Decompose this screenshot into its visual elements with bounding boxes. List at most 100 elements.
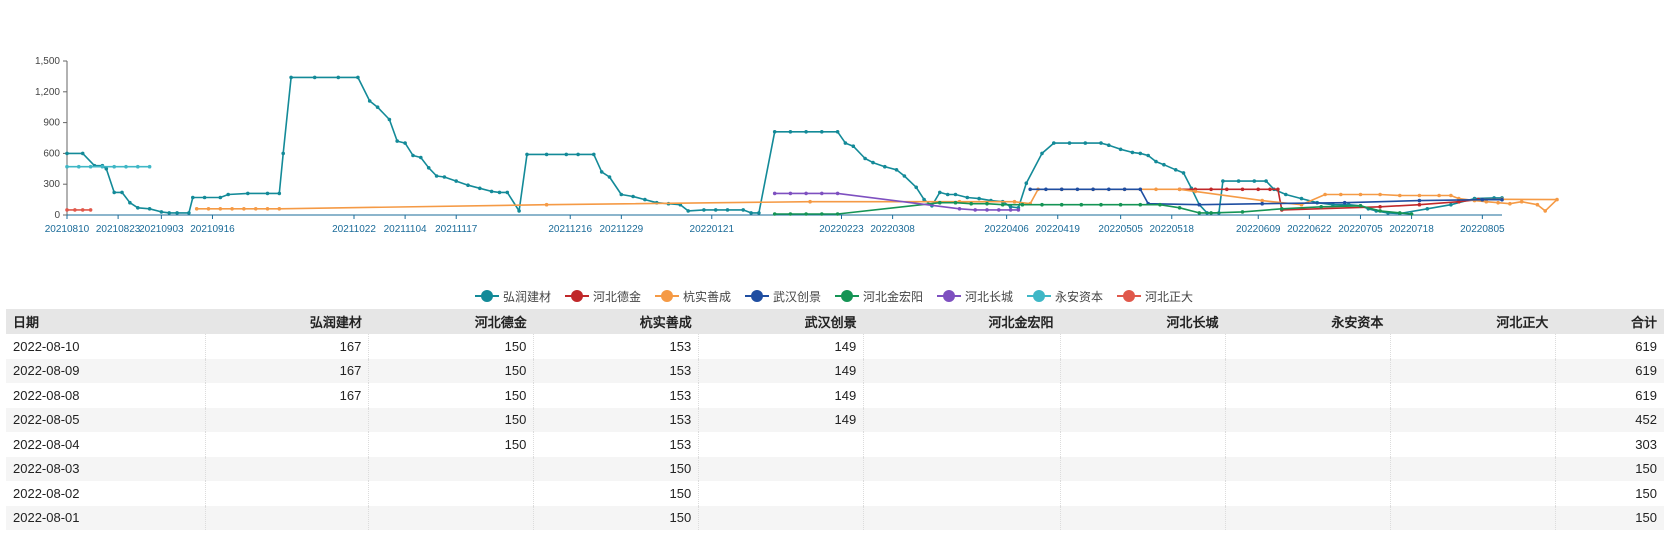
column-header[interactable]: 河北德金 bbox=[368, 309, 534, 334]
y-tick-label: 1,500 bbox=[35, 56, 60, 67]
data-point bbox=[1181, 171, 1186, 175]
legend-label: 河北正大 bbox=[1145, 289, 1194, 304]
column-header[interactable]: 河北正大 bbox=[1390, 309, 1556, 334]
data-point bbox=[1437, 193, 1441, 198]
legend-label: 永安资本 bbox=[1055, 289, 1104, 304]
value-cell bbox=[1224, 481, 1391, 506]
data-point bbox=[804, 130, 808, 134]
data-point bbox=[1323, 192, 1327, 197]
data-point bbox=[843, 141, 848, 145]
data-point bbox=[922, 197, 926, 202]
data-point bbox=[1240, 187, 1245, 192]
value-cell: 150 bbox=[368, 407, 534, 432]
data-point bbox=[1276, 187, 1280, 192]
data-point bbox=[544, 152, 549, 157]
data-point bbox=[1240, 210, 1245, 214]
column-header[interactable]: 合计 bbox=[1555, 309, 1664, 334]
data-point bbox=[631, 194, 635, 199]
value-cell: 150 bbox=[1554, 505, 1664, 530]
data-point bbox=[1535, 202, 1540, 207]
column-header[interactable]: 弘润建材 bbox=[205, 309, 369, 334]
data-point bbox=[1417, 193, 1422, 198]
column-header[interactable]: 武汉创景 bbox=[698, 309, 864, 334]
value-cell bbox=[1060, 334, 1226, 359]
data-point bbox=[100, 164, 105, 169]
table-row: 2022-08-09 167 150 153 149 619 bbox=[6, 358, 1664, 383]
data-point bbox=[1099, 141, 1103, 145]
data-point bbox=[1099, 202, 1103, 207]
data-point bbox=[1059, 187, 1064, 192]
data-point bbox=[277, 207, 282, 211]
legend-item[interactable]: 武汉创景 bbox=[744, 288, 821, 305]
value-cell bbox=[1060, 505, 1226, 530]
legend-item[interactable]: 弘润建材 bbox=[474, 288, 551, 305]
series-6 bbox=[65, 164, 152, 169]
data-point bbox=[478, 186, 482, 191]
data-point bbox=[883, 164, 887, 169]
data-point bbox=[1260, 201, 1264, 206]
data-point bbox=[965, 195, 970, 200]
legend-item[interactable]: 河北金宏阳 bbox=[835, 288, 923, 305]
value-cell: 150 bbox=[368, 383, 534, 408]
data-point bbox=[1417, 202, 1422, 207]
data-point bbox=[147, 164, 152, 169]
date-cell: 2022-08-09 bbox=[6, 358, 205, 383]
data-point bbox=[1008, 205, 1013, 209]
data-point bbox=[1177, 187, 1182, 192]
value-cell: 149 bbox=[698, 383, 864, 408]
column-header[interactable]: 河北金宏阳 bbox=[863, 309, 1061, 334]
data-point bbox=[835, 212, 840, 216]
data-point bbox=[525, 152, 529, 157]
value-cell bbox=[698, 481, 864, 506]
data-point bbox=[505, 190, 510, 195]
legend-label: 杭实善成 bbox=[682, 289, 731, 304]
column-header[interactable]: 永安资本 bbox=[1225, 309, 1391, 334]
x-axis: 20210810 2021082320210903 20210916 20211022… bbox=[45, 214, 1505, 235]
legend-marker-icon bbox=[937, 290, 962, 302]
data-point bbox=[253, 207, 258, 211]
data-point bbox=[1417, 198, 1422, 203]
legend-marker-icon bbox=[654, 290, 679, 302]
column-header[interactable]: 日期 bbox=[6, 309, 205, 334]
data-point bbox=[104, 167, 109, 171]
legend-item[interactable]: 杭实善成 bbox=[654, 288, 731, 305]
y-tick-label: 900 bbox=[43, 118, 60, 129]
x-tick-label: 20220223 bbox=[819, 224, 864, 235]
value-cell bbox=[204, 456, 369, 481]
chart-legend: 弘润建材 河北德金 杭实善成 武汉创景 河北金宏阳 河北长城 永安资本 河北正大 bbox=[0, 288, 1668, 304]
value-cell bbox=[1060, 456, 1226, 481]
legend-marker-icon bbox=[1027, 290, 1052, 302]
legend-item[interactable]: 河北德金 bbox=[564, 288, 641, 305]
date-cell: 2022-08-02 bbox=[13, 485, 80, 501]
data-point bbox=[159, 210, 164, 214]
data-point bbox=[1122, 187, 1127, 192]
y-tick-label: 0 bbox=[54, 210, 60, 221]
column-header[interactable]: 河北长城 bbox=[1060, 309, 1226, 334]
value-cell: 149 bbox=[698, 407, 864, 432]
legend-label: 弘润建材 bbox=[502, 289, 551, 304]
data-point bbox=[375, 105, 380, 109]
value-cell bbox=[204, 505, 369, 530]
value-cell bbox=[1389, 407, 1556, 432]
value-cell bbox=[698, 505, 864, 530]
legend-label: 武汉创景 bbox=[772, 289, 821, 304]
data-point bbox=[1079, 202, 1084, 207]
data-point bbox=[1500, 197, 1504, 202]
value-cell bbox=[1224, 334, 1391, 359]
legend-item[interactable]: 河北正大 bbox=[1117, 288, 1193, 305]
legend-marker-icon bbox=[744, 290, 769, 302]
data-point bbox=[1209, 211, 1213, 215]
data-point bbox=[1398, 211, 1402, 215]
column-header[interactable]: 杭实善成 bbox=[533, 309, 699, 334]
legend-item[interactable]: 河北长城 bbox=[937, 288, 1013, 305]
data-point bbox=[1260, 198, 1264, 203]
value-cell bbox=[1060, 383, 1226, 408]
data-point bbox=[73, 208, 77, 212]
legend-item[interactable]: 永安资本 bbox=[1027, 288, 1103, 305]
data-point bbox=[851, 144, 856, 148]
data-point bbox=[804, 191, 808, 196]
table-row: 2022-08-08 167 150 153 149 619 bbox=[6, 383, 1664, 408]
data-point bbox=[1158, 202, 1162, 207]
x-tick-label: 20220308 bbox=[870, 224, 915, 235]
data-point bbox=[576, 152, 580, 157]
